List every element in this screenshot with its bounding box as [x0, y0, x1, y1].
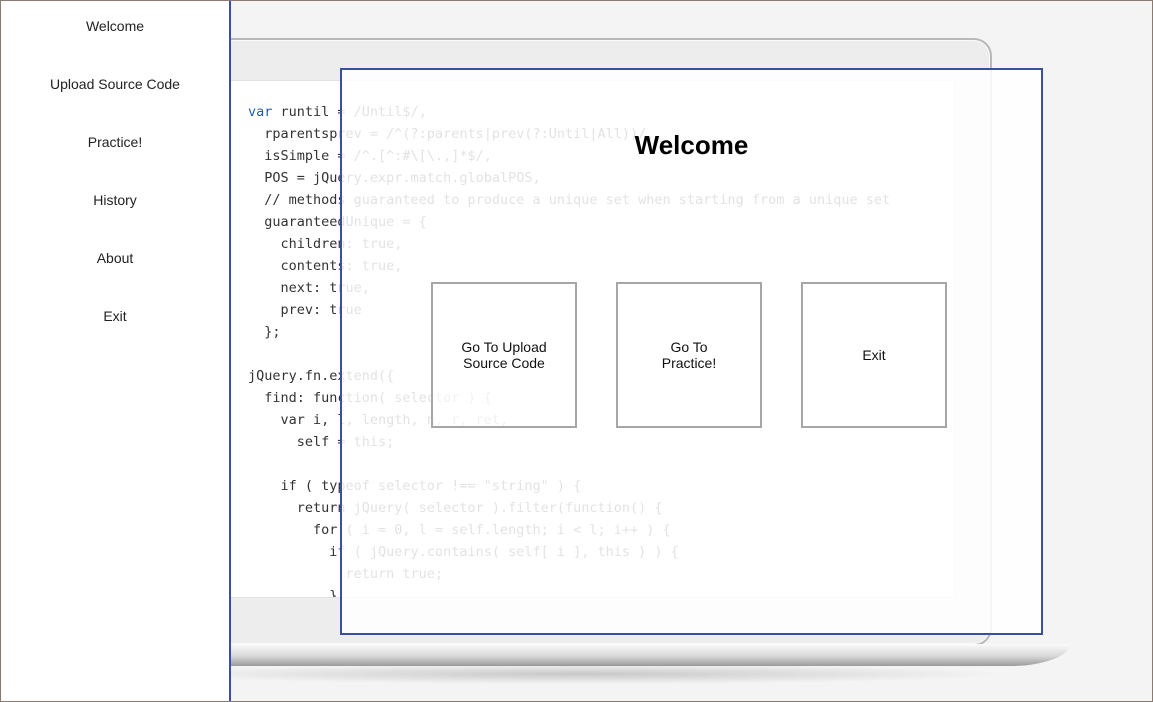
- button-label: Exit: [862, 347, 885, 363]
- button-label-line: Source Code: [463, 355, 545, 371]
- button-label-line: Go To: [670, 339, 708, 355]
- button-label-line: Exit: [862, 347, 886, 363]
- sidebar-item-upload-source-code[interactable]: Upload Source Code: [1, 70, 229, 98]
- go-to-practice-button[interactable]: Go To Practice!: [616, 282, 762, 428]
- button-label-line: Go To Upload: [461, 339, 547, 355]
- sidebar-item-exit[interactable]: Exit: [1, 302, 229, 330]
- welcome-dialog: Welcome Go To Upload Source Code Go To P…: [340, 68, 1043, 635]
- sidebar-item-history[interactable]: History: [1, 186, 229, 214]
- button-label-line: Practice!: [661, 355, 717, 371]
- sidebar-item-welcome[interactable]: Welcome: [1, 12, 229, 40]
- button-label: Go To Upload Source Code: [461, 339, 546, 371]
- laptop-base: [84, 644, 1070, 666]
- sidebar: Welcome Upload Source Code Practice! His…: [1, 1, 231, 701]
- sidebar-item-practice[interactable]: Practice!: [1, 128, 229, 156]
- go-to-upload-source-code-button[interactable]: Go To Upload Source Code: [431, 282, 577, 428]
- laptop-shadow: [150, 664, 1010, 684]
- page-title: Welcome: [634, 130, 749, 160]
- exit-button[interactable]: Exit: [801, 282, 947, 428]
- button-label: Go To Practice!: [662, 339, 716, 371]
- sidebar-item-about[interactable]: About: [1, 244, 229, 272]
